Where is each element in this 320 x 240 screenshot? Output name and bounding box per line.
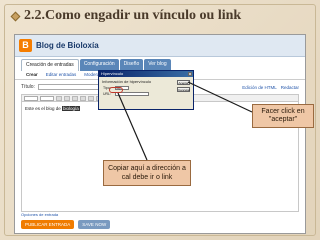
font-select[interactable] (24, 95, 38, 101)
save-button[interactable]: SAVE NOW (78, 220, 111, 229)
editor-content: Este es el blog de biología (25, 106, 80, 111)
slide-title: 2.2.Como engadir un vínculo ou link (24, 8, 242, 23)
blog-title: Blog de Bioloxía (36, 41, 99, 50)
subtab-create[interactable]: Crear (23, 71, 41, 79)
blogger-logo-icon: B (19, 39, 32, 52)
edit-html-link[interactable]: Edición de HTML (242, 85, 277, 90)
bold-button[interactable] (56, 95, 62, 101)
align-left-button[interactable] (88, 95, 94, 101)
tab-posting[interactable]: Creación de entradas (21, 59, 79, 71)
blogger-header: B Blog de Bioloxía (15, 35, 305, 57)
editor-footer: PUBLICAR ENTRADA SAVE NOW (21, 220, 299, 229)
url-field-highlight (109, 87, 123, 93)
size-select[interactable] (40, 95, 54, 101)
link-button[interactable] (80, 95, 86, 101)
callout-url: Copiar aquí a dirección a cal debe ir o … (103, 160, 191, 186)
cancel-button[interactable]: Cancelar (177, 87, 190, 92)
compose-link[interactable]: Redactar (281, 85, 299, 90)
selected-text: biología (62, 106, 80, 111)
dialog-buttons: Aceptar Cancelar (177, 80, 190, 92)
blogger-screenshot: B Blog de Bioloxía Creación de entradas … (14, 34, 306, 234)
bullet-icon (10, 11, 21, 21)
publish-button[interactable]: PUBLICAR ENTRADA (21, 220, 75, 229)
color-button[interactable] (72, 95, 78, 101)
subtab-edit-posts[interactable]: Editar entradas (43, 71, 80, 79)
post-options-link[interactable]: Opciones de entrada (21, 212, 58, 217)
dialog-title: Hipervínculo (99, 71, 193, 77)
edit-mode-links: Edición de HTML Redactar (242, 85, 299, 90)
callout-accept: Facer click en "aceptar" (252, 104, 314, 128)
ok-button[interactable]: Aceptar (177, 80, 190, 85)
slide-heading: 2.2.Como engadir un vínculo ou link (10, 8, 242, 24)
italic-button[interactable] (64, 95, 70, 101)
close-icon[interactable] (188, 72, 192, 76)
title-label: Título: (21, 84, 35, 90)
